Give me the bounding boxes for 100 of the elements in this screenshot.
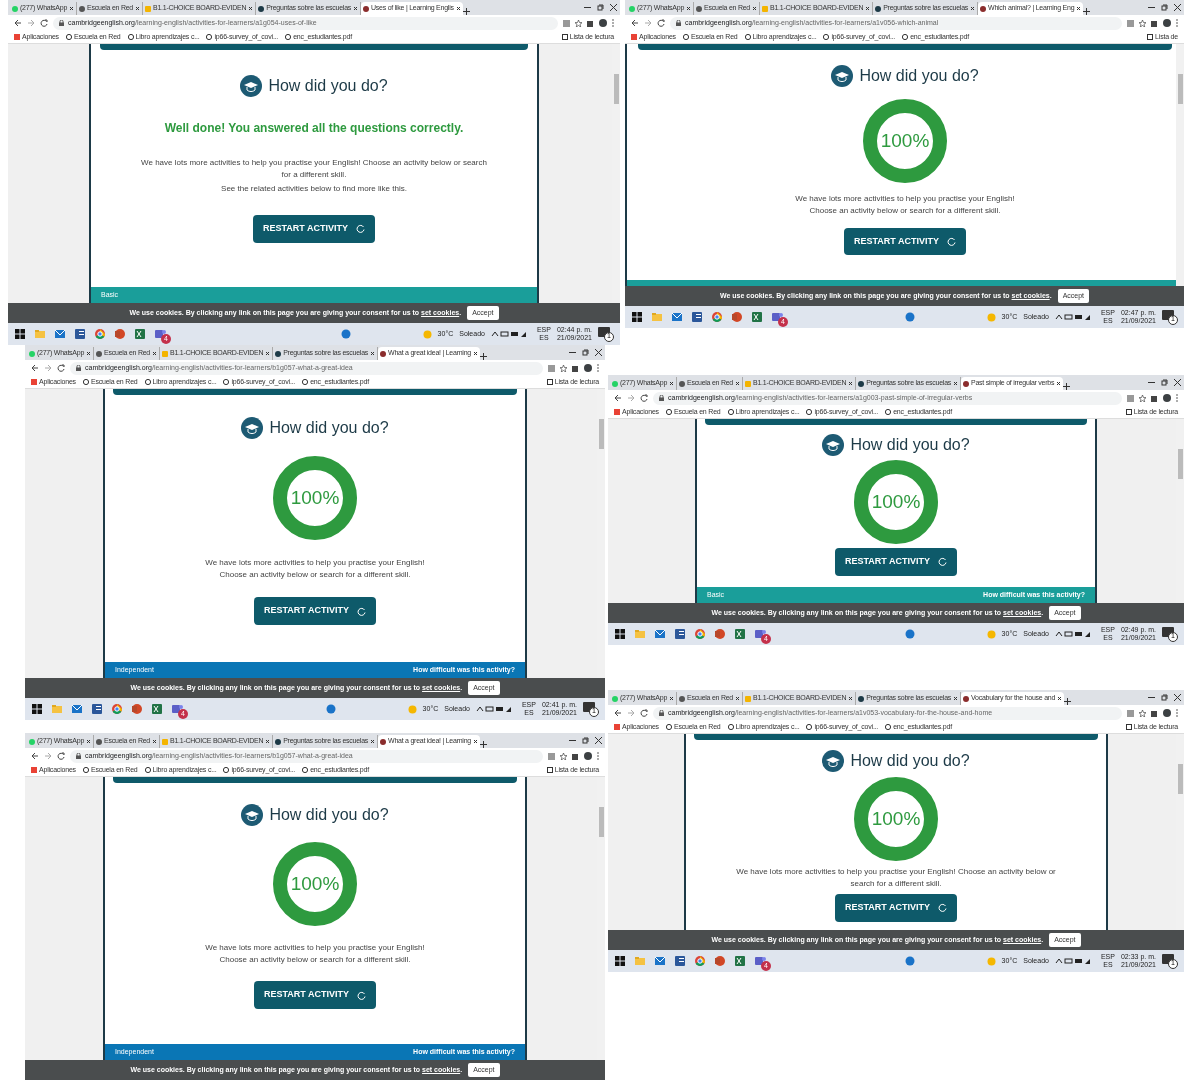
close-icon[interactable] [152,739,157,744]
close-icon[interactable] [735,381,740,386]
close-icon[interactable] [848,696,854,701]
back-icon[interactable] [14,19,22,27]
excel-icon[interactable] [734,628,746,640]
reload-icon[interactable] [657,19,665,27]
close-icon[interactable] [1057,696,1063,701]
new-tab-icon[interactable] [479,353,487,360]
reload-icon[interactable] [57,364,65,372]
powerpoint-icon[interactable] [131,703,143,715]
close-icon[interactable] [455,6,461,11]
back-icon[interactable] [31,752,39,760]
new-tab-icon[interactable] [1063,383,1071,390]
windows-logo-icon[interactable] [614,628,626,640]
close-icon[interactable] [472,739,478,744]
chrome-icon[interactable] [694,628,706,640]
close-icon[interactable] [953,696,959,701]
close-icon[interactable] [1174,4,1181,11]
close-icon[interactable] [265,351,271,356]
chrome-icon[interactable] [694,955,706,967]
close-icon[interactable] [86,739,92,744]
windows-logo-icon[interactable] [614,955,626,967]
mail-icon[interactable] [654,628,666,640]
windows-logo-icon[interactable] [14,328,26,340]
restore-icon[interactable] [582,737,589,744]
close-icon[interactable] [1076,6,1082,11]
mail-icon[interactable] [71,703,83,715]
chrome-icon[interactable] [111,703,123,715]
powerpoint-icon[interactable] [714,955,726,967]
star-icon[interactable] [560,364,567,372]
star-icon[interactable] [1139,709,1146,717]
minimize-icon[interactable] [584,4,591,11]
close-icon[interactable] [735,696,740,701]
scrollbar[interactable] [1176,44,1184,286]
word-icon[interactable] [674,628,686,640]
avatar-icon[interactable] [1163,394,1171,402]
teams-icon[interactable] [754,628,766,640]
star-icon[interactable] [575,19,582,27]
restart-button[interactable]: RESTART ACTIVITY [835,894,957,922]
powerpoint-icon[interactable] [114,328,126,340]
close-icon[interactable] [353,6,359,11]
word-icon[interactable] [691,311,703,323]
back-icon[interactable] [31,364,39,372]
powerpoint-icon[interactable] [714,628,726,640]
reload-icon[interactable] [57,752,65,760]
reload-icon[interactable] [40,19,48,27]
minimize-icon[interactable] [1148,379,1155,386]
restart-button[interactable]: RESTART ACTIVITY [844,227,966,256]
word-icon[interactable] [91,703,103,715]
excel-icon[interactable] [151,703,163,715]
star-icon[interactable] [1139,394,1146,402]
restart-button[interactable]: RESTART ACTIVITY [254,597,376,625]
mail-icon[interactable] [671,311,683,323]
avatar-icon[interactable] [1163,19,1171,27]
back-icon[interactable] [614,394,622,402]
restart-button[interactable]: RESTART ACTIVITY [253,215,375,243]
minimize-icon[interactable] [1148,694,1155,701]
close-icon[interactable] [595,737,602,744]
windows-logo-icon[interactable] [31,703,43,715]
close-icon[interactable] [752,6,757,11]
teams-icon[interactable] [754,955,766,967]
close-icon[interactable] [848,381,854,386]
close-icon[interactable] [1056,381,1062,386]
close-icon[interactable] [370,351,376,356]
close-icon[interactable] [669,696,675,701]
close-icon[interactable] [595,349,602,356]
excel-icon[interactable] [134,328,146,340]
minimize-icon[interactable] [569,349,576,356]
teams-icon[interactable] [171,703,183,715]
close-icon[interactable] [953,381,959,386]
restore-icon[interactable] [597,4,604,11]
excel-icon[interactable] [751,311,763,323]
avatar-icon[interactable] [584,752,592,760]
mail-icon[interactable] [654,955,666,967]
word-icon[interactable] [74,328,86,340]
close-icon[interactable] [669,381,675,386]
mail-icon[interactable] [54,328,66,340]
powerpoint-icon[interactable] [731,311,743,323]
new-tab-icon[interactable] [462,8,470,15]
restore-icon[interactable] [1161,379,1168,386]
word-icon[interactable] [674,955,686,967]
restore-icon[interactable] [1161,4,1168,11]
close-icon[interactable] [686,6,692,11]
restart-button[interactable]: RESTART ACTIVITY [835,548,957,576]
minimize-icon[interactable] [1148,4,1155,11]
teams-icon[interactable] [154,328,166,340]
star-icon[interactable] [560,752,567,760]
close-icon[interactable] [970,6,976,11]
new-tab-icon[interactable] [1064,698,1072,705]
reload-icon[interactable] [640,394,648,402]
close-icon[interactable] [69,6,75,11]
close-icon[interactable] [1174,379,1181,386]
restore-icon[interactable] [1161,694,1168,701]
reload-icon[interactable] [640,709,648,717]
teams-icon[interactable] [771,311,783,323]
close-icon[interactable] [472,351,478,356]
close-icon[interactable] [152,351,157,356]
close-icon[interactable] [370,739,376,744]
new-tab-icon[interactable] [1083,8,1091,15]
minimize-icon[interactable] [569,737,576,744]
